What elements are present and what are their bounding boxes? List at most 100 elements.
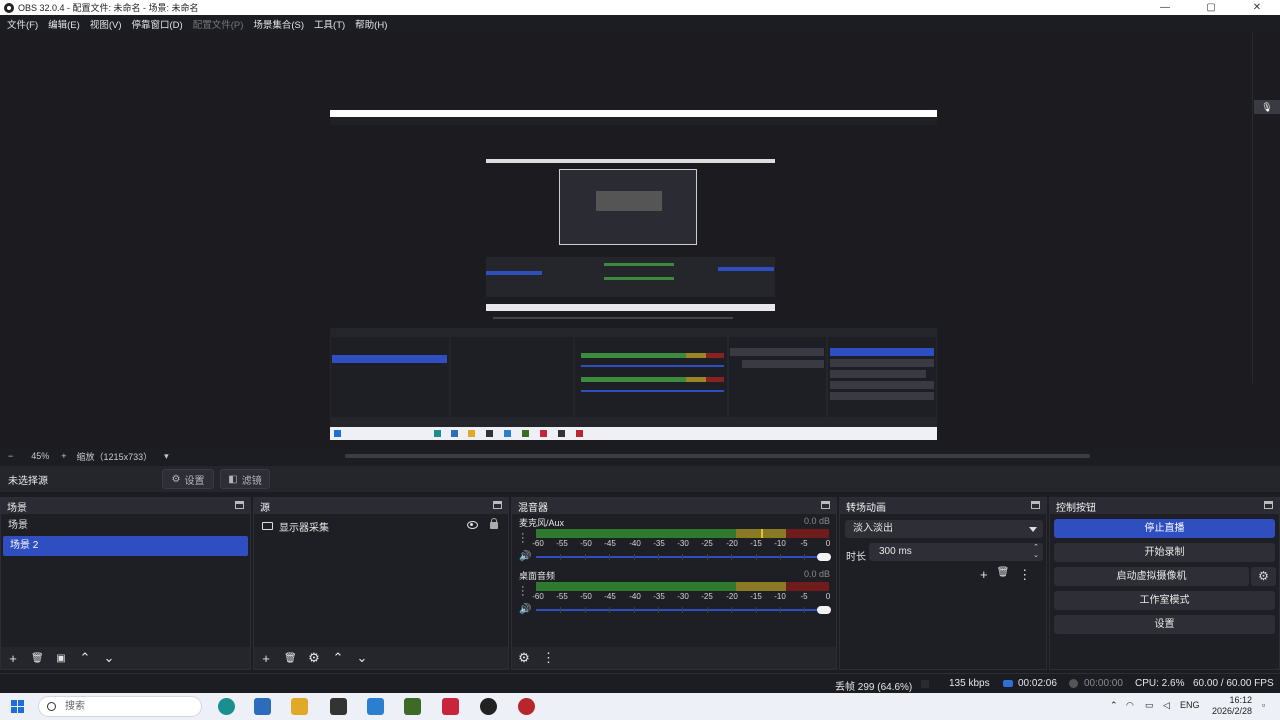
scene-item-selected[interactable]: 场景 2	[3, 536, 248, 556]
slider-tick	[658, 554, 659, 560]
duration-label: 时长	[846, 552, 866, 563]
add-scene-icon[interactable]: +	[7, 651, 19, 666]
scene-item[interactable]: 场景	[1, 516, 250, 536]
scenes-title-text: 场景	[7, 502, 27, 514]
preview-canvas[interactable]	[0, 33, 1280, 449]
remove-source-icon[interactable]: 🗑	[284, 653, 297, 664]
menu-scene-collection[interactable]: 场景集合(S)	[248, 17, 309, 31]
duration-input[interactable]: 300 ms ⌃ ⌄	[869, 543, 1043, 561]
transition-select[interactable]: 淡入淡出	[845, 520, 1043, 538]
volume-slider-knob[interactable]	[817, 553, 831, 561]
menu-tools[interactable]: 工具(T)	[309, 17, 350, 31]
undock-icon[interactable]	[235, 501, 244, 509]
taskbar-clock[interactable]: 16:12 2026/2/28	[1212, 695, 1252, 717]
minimize-button[interactable]: —	[1142, 0, 1188, 15]
source-settings-button[interactable]: ⚙ 设置	[162, 469, 214, 489]
move-down-icon[interactable]: ⌄	[356, 650, 368, 666]
slider-tick	[731, 554, 733, 560]
slider-tick	[804, 554, 806, 560]
obs-taskbar-icon[interactable]	[518, 698, 535, 715]
mixer-menu-icon[interactable]: ⋮	[542, 650, 555, 666]
controls-title-text: 控制按钮	[1056, 502, 1096, 514]
zoom-in-button[interactable]: +	[61, 451, 66, 461]
gear-icon: ⚙	[171, 473, 181, 485]
menu-file[interactable]: 文件(F)	[2, 17, 43, 31]
visibility-eye-icon[interactable]	[467, 521, 478, 529]
undock-icon[interactable]	[1264, 501, 1273, 509]
windows-start-icon[interactable]	[11, 700, 25, 714]
add-source-icon[interactable]: +	[260, 651, 272, 666]
move-up-icon[interactable]: ⌃	[79, 650, 91, 666]
undock-icon[interactable]	[821, 501, 830, 509]
pocket-icon[interactable]	[442, 698, 459, 715]
settings-button[interactable]: 设置	[1054, 615, 1275, 634]
zoom-dropdown-icon[interactable]: ▾	[164, 451, 169, 462]
channel-menu-icon[interactable]: · · ·	[521, 529, 525, 548]
stream-time: 00:02:06	[1018, 678, 1057, 689]
undock-icon[interactable]	[1031, 501, 1040, 509]
wifi-icon[interactable]: ◠	[1126, 700, 1134, 711]
lock-icon[interactable]	[490, 518, 498, 529]
mixer-dock-title: 混音器	[512, 498, 836, 514]
file-explorer-icon[interactable]	[291, 698, 308, 715]
photos-icon[interactable]	[367, 698, 384, 715]
undock-icon[interactable]	[493, 501, 502, 509]
slider-tick	[584, 554, 586, 560]
move-down-icon[interactable]: ⌄	[103, 650, 115, 666]
nvidia-icon[interactable]	[404, 698, 421, 715]
mic-icon[interactable]: 🎙	[1254, 100, 1280, 114]
notification-icon[interactable]: ▫	[1262, 700, 1265, 710]
source-filters-button[interactable]: ◧ 滤镜	[220, 469, 270, 489]
window-titlebar: OBS 32.0.4 - 配置文件: 未命名 - 场景: 未命名 — ▢ ✕	[0, 0, 1280, 15]
terminal-icon[interactable]	[330, 698, 347, 715]
menu-view[interactable]: 视图(V)	[85, 17, 127, 31]
input-language[interactable]: ENG	[1180, 700, 1200, 710]
advanced-audio-icon[interactable]: ⚙	[518, 650, 530, 666]
meter-ticks: -60 -55 -50 -45 -40 -35 -30 -25 -20 -15 …	[532, 592, 831, 601]
scene-filters-icon[interactable]: ▣	[55, 653, 67, 664]
menu-help[interactable]: 帮助(H)	[350, 17, 392, 31]
transition-menu-icon[interactable]: ⋮	[1018, 567, 1031, 583]
source-toolbar: 未选择源 ⚙ 设置 ◧ 滤镜	[0, 466, 1280, 492]
stop-streaming-button[interactable]: 停止直播	[1054, 519, 1275, 538]
menu-edit[interactable]: 编辑(E)	[43, 17, 85, 31]
transitions-dock: 转场动画 淡入淡出 时长 300 ms ⌃ ⌄ + 🗑 ⋮	[839, 497, 1047, 670]
source-item[interactable]: 显示器采集	[254, 517, 508, 535]
zoom-level: 45%	[31, 451, 50, 461]
qq-icon[interactable]	[480, 698, 497, 715]
move-up-icon[interactable]: ⌃	[332, 650, 344, 666]
meter-ticks: -60 -55 -50 -45 -40 -35 -30 -25 -20 -15 …	[532, 539, 831, 548]
volume-icon[interactable]: ◁	[1163, 700, 1170, 711]
edge-browser-icon[interactable]	[218, 698, 235, 715]
volume-slider[interactable]	[536, 553, 831, 561]
start-virtual-camera-button[interactable]: 启动虚拟摄像机	[1054, 567, 1249, 586]
slider-tick	[755, 554, 757, 560]
channel-menu-icon[interactable]: · · ·	[521, 582, 525, 601]
battery-icon[interactable]: ▭	[1145, 700, 1154, 711]
store-icon[interactable]	[254, 698, 271, 715]
slider-tick	[731, 607, 733, 613]
speaker-icon[interactable]: 🔊	[519, 604, 531, 615]
peak-indicator	[761, 529, 763, 538]
maximize-button[interactable]: ▢	[1188, 0, 1234, 15]
tray-overflow-icon[interactable]: ⌃	[1110, 700, 1118, 711]
studio-mode-button[interactable]: 工作室模式	[1054, 591, 1275, 610]
clock-date: 2026/2/28	[1211, 706, 1252, 716]
start-recording-button[interactable]: 开始录制	[1054, 543, 1275, 562]
close-button[interactable]: ✕	[1234, 0, 1280, 15]
os-taskbar: 搜索 ⌃ ◠ ▭ ◁ ENG 16:12 2026/2/28 ▫	[0, 693, 1280, 720]
volume-slider-knob[interactable]	[817, 606, 831, 614]
preview-horizontal-scrollbar[interactable]	[345, 454, 1090, 458]
virtual-camera-settings-gear-icon[interactable]: ⚙	[1251, 567, 1276, 586]
remove-scene-icon[interactable]: 🗑	[31, 653, 44, 664]
duration-spinner-icon[interactable]: ⌃ ⌄	[1033, 544, 1039, 560]
source-properties-icon[interactable]: ⚙	[308, 650, 320, 666]
zoom-out-button[interactable]: −	[8, 451, 13, 461]
speaker-icon[interactable]: 🔊	[519, 551, 531, 562]
menu-profile[interactable]: 配置文件(P)	[188, 17, 249, 31]
menu-docks[interactable]: 停靠窗口(D)	[126, 17, 187, 31]
add-transition-icon[interactable]: +	[980, 567, 988, 583]
taskbar-search-box[interactable]: 搜索	[38, 696, 202, 717]
remove-transition-icon[interactable]: 🗑	[997, 567, 1010, 583]
volume-slider[interactable]	[536, 606, 831, 614]
